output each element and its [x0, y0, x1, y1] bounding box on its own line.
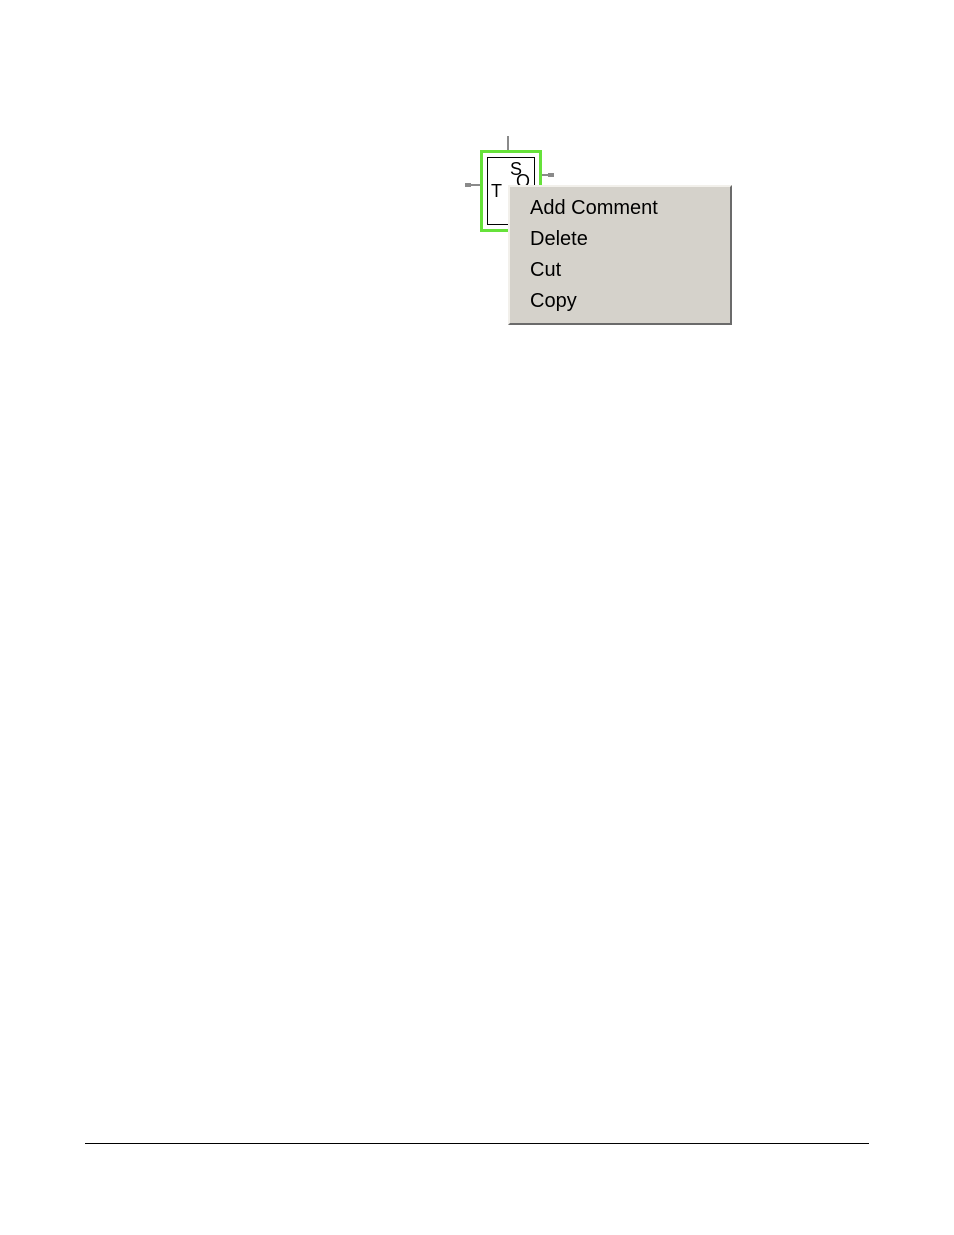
menu-item-delete[interactable]: Delete: [510, 224, 730, 255]
page: S Q T Add Comment Delete Cut Copy: [0, 0, 954, 1235]
component-lead-left: [470, 184, 480, 186]
context-menu: Add Comment Delete Cut Copy: [508, 185, 732, 325]
menu-item-copy[interactable]: Copy: [510, 286, 730, 317]
footer-divider: [85, 1143, 869, 1144]
component-lead-right-cap: [548, 173, 554, 177]
figure: S Q T Add Comment Delete Cut Copy: [463, 130, 735, 330]
component-lead-left-cap: [465, 183, 471, 187]
component-pin-t: T: [491, 182, 502, 200]
menu-item-add-comment[interactable]: Add Comment: [510, 193, 730, 224]
menu-item-cut[interactable]: Cut: [510, 255, 730, 286]
component-lead-top: [507, 136, 509, 150]
